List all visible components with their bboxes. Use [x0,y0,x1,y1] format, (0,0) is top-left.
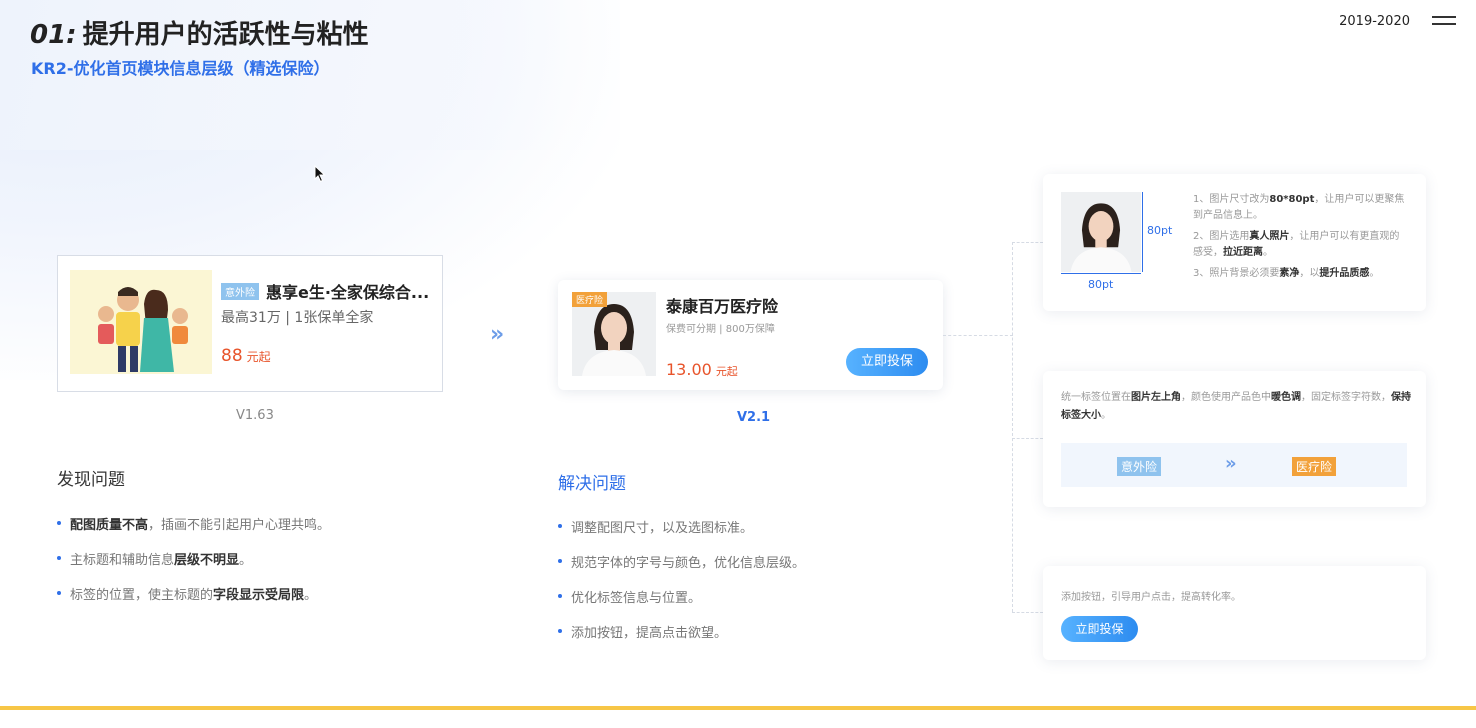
tag-spec-text: 统一标签位置在图片左上角，颜色使用产品色中暖色调，固定标签字符数，保持标签大小。 [1061,392,1411,421]
dimension-label-vertical: 80pt [1147,224,1173,237]
solutions-list: 调整配图尺寸，以及选图标准。 规范字体的字号与颜色，优化信息层级。 优化标签信息… [558,517,805,657]
dimension-line-vertical [1142,192,1143,272]
page-title: 01: 提升用户的活跃性与粘性 [30,14,369,51]
list-item: 优化标签信息与位置。 [558,587,805,622]
family-illustration [70,270,212,374]
product-name: 泰康百万医疗险 [666,297,779,316]
button-spec-text: 添加按钮，引导用户点击，提高转化率。 [1061,592,1241,603]
solutions-heading: 解决问题 [558,474,626,494]
connector-line [943,335,1013,336]
image-spec-notes: 1、图片尺寸改为80*80pt，让用户可以更聚焦到产品信息上。 2、图片选用真人… [1193,194,1405,279]
dimension-label-horizontal: 80pt [1088,278,1114,291]
mouse-cursor-icon [314,165,326,183]
product-tag: 意外险 [221,283,259,300]
problems-list: 配图质量不高，插画不能引起用户心理共鸣。 主标题和辅助信息层级不明显。 标签的位… [57,514,330,619]
version-label-old: V1.63 [236,408,274,423]
list-item: 配图质量不高，插画不能引起用户心理共鸣。 [57,514,330,549]
tag-compare-strip [1061,443,1407,487]
connector-line [1012,438,1043,439]
image-spec-panel: 80pt 80pt 1、图片尺寸改为80*80pt，让用户可以更聚焦到产品信息上… [1043,174,1426,311]
old-product-card[interactable]: 意外险 惠享e生·全家保综合... 最高31万 | 1张保单全家 88 元起 [57,255,443,392]
connector-line [1012,242,1043,243]
double-chevron-right-icon: » [490,322,504,347]
tag-new: 医疗险 [1292,457,1337,476]
double-chevron-right-icon: » [1225,453,1236,474]
buy-now-button[interactable]: 立即投保 [846,348,928,376]
dimension-line-horizontal [1061,273,1141,274]
list-item: 添加按钮，提高点击欲望。 [558,622,805,657]
list-item: 标签的位置，使主标题的字段显示受局限。 [57,584,330,619]
title-text: 提升用户的活跃性与粘性 [82,20,369,50]
product-price: 13.00 元起 [666,360,738,379]
button-spec-panel: 添加按钮，引导用户点击，提高转化率。 立即投保 [1043,566,1426,660]
new-product-card[interactable]: 医疗险 泰康百万医疗险 保费可分期 | 800万保障 13.00 元起 立即投保 [558,280,943,390]
tag-old: 意外险 [1117,457,1162,476]
tag-spec-panel: 统一标签位置在图片左上角，颜色使用产品色中暖色调，固定标签字符数，保持标签大小。… [1043,371,1426,507]
product-desc: 保费可分期 | 800万保障 [666,324,775,335]
connector-line [1012,612,1043,613]
problems-heading: 发现问题 [57,470,125,490]
title-number: 01: [30,20,77,50]
list-item: 规范字体的字号与颜色，优化信息层级。 [558,552,805,587]
bottom-accent-bar [0,706,1476,710]
connector-line [1012,242,1013,612]
menu-icon[interactable] [1432,16,1456,28]
product-name: 惠享e生·全家保综合... [266,283,430,302]
version-label-new: V2.1 [737,410,771,425]
buy-now-button[interactable]: 立即投保 [1061,616,1138,642]
page-subtitle: KR2-优化首页模块信息层级（精选保险） [31,59,330,78]
list-item: 主标题和辅助信息层级不明显。 [57,549,330,584]
sample-photo [1061,192,1141,272]
list-item: 调整配图尺寸，以及选图标准。 [558,517,805,552]
year-label: 2019-2020 [1339,14,1410,29]
product-desc: 最高31万 | 1张保单全家 [221,310,374,326]
product-price: 88 元起 [221,346,271,366]
product-tag: 医疗险 [572,292,608,307]
